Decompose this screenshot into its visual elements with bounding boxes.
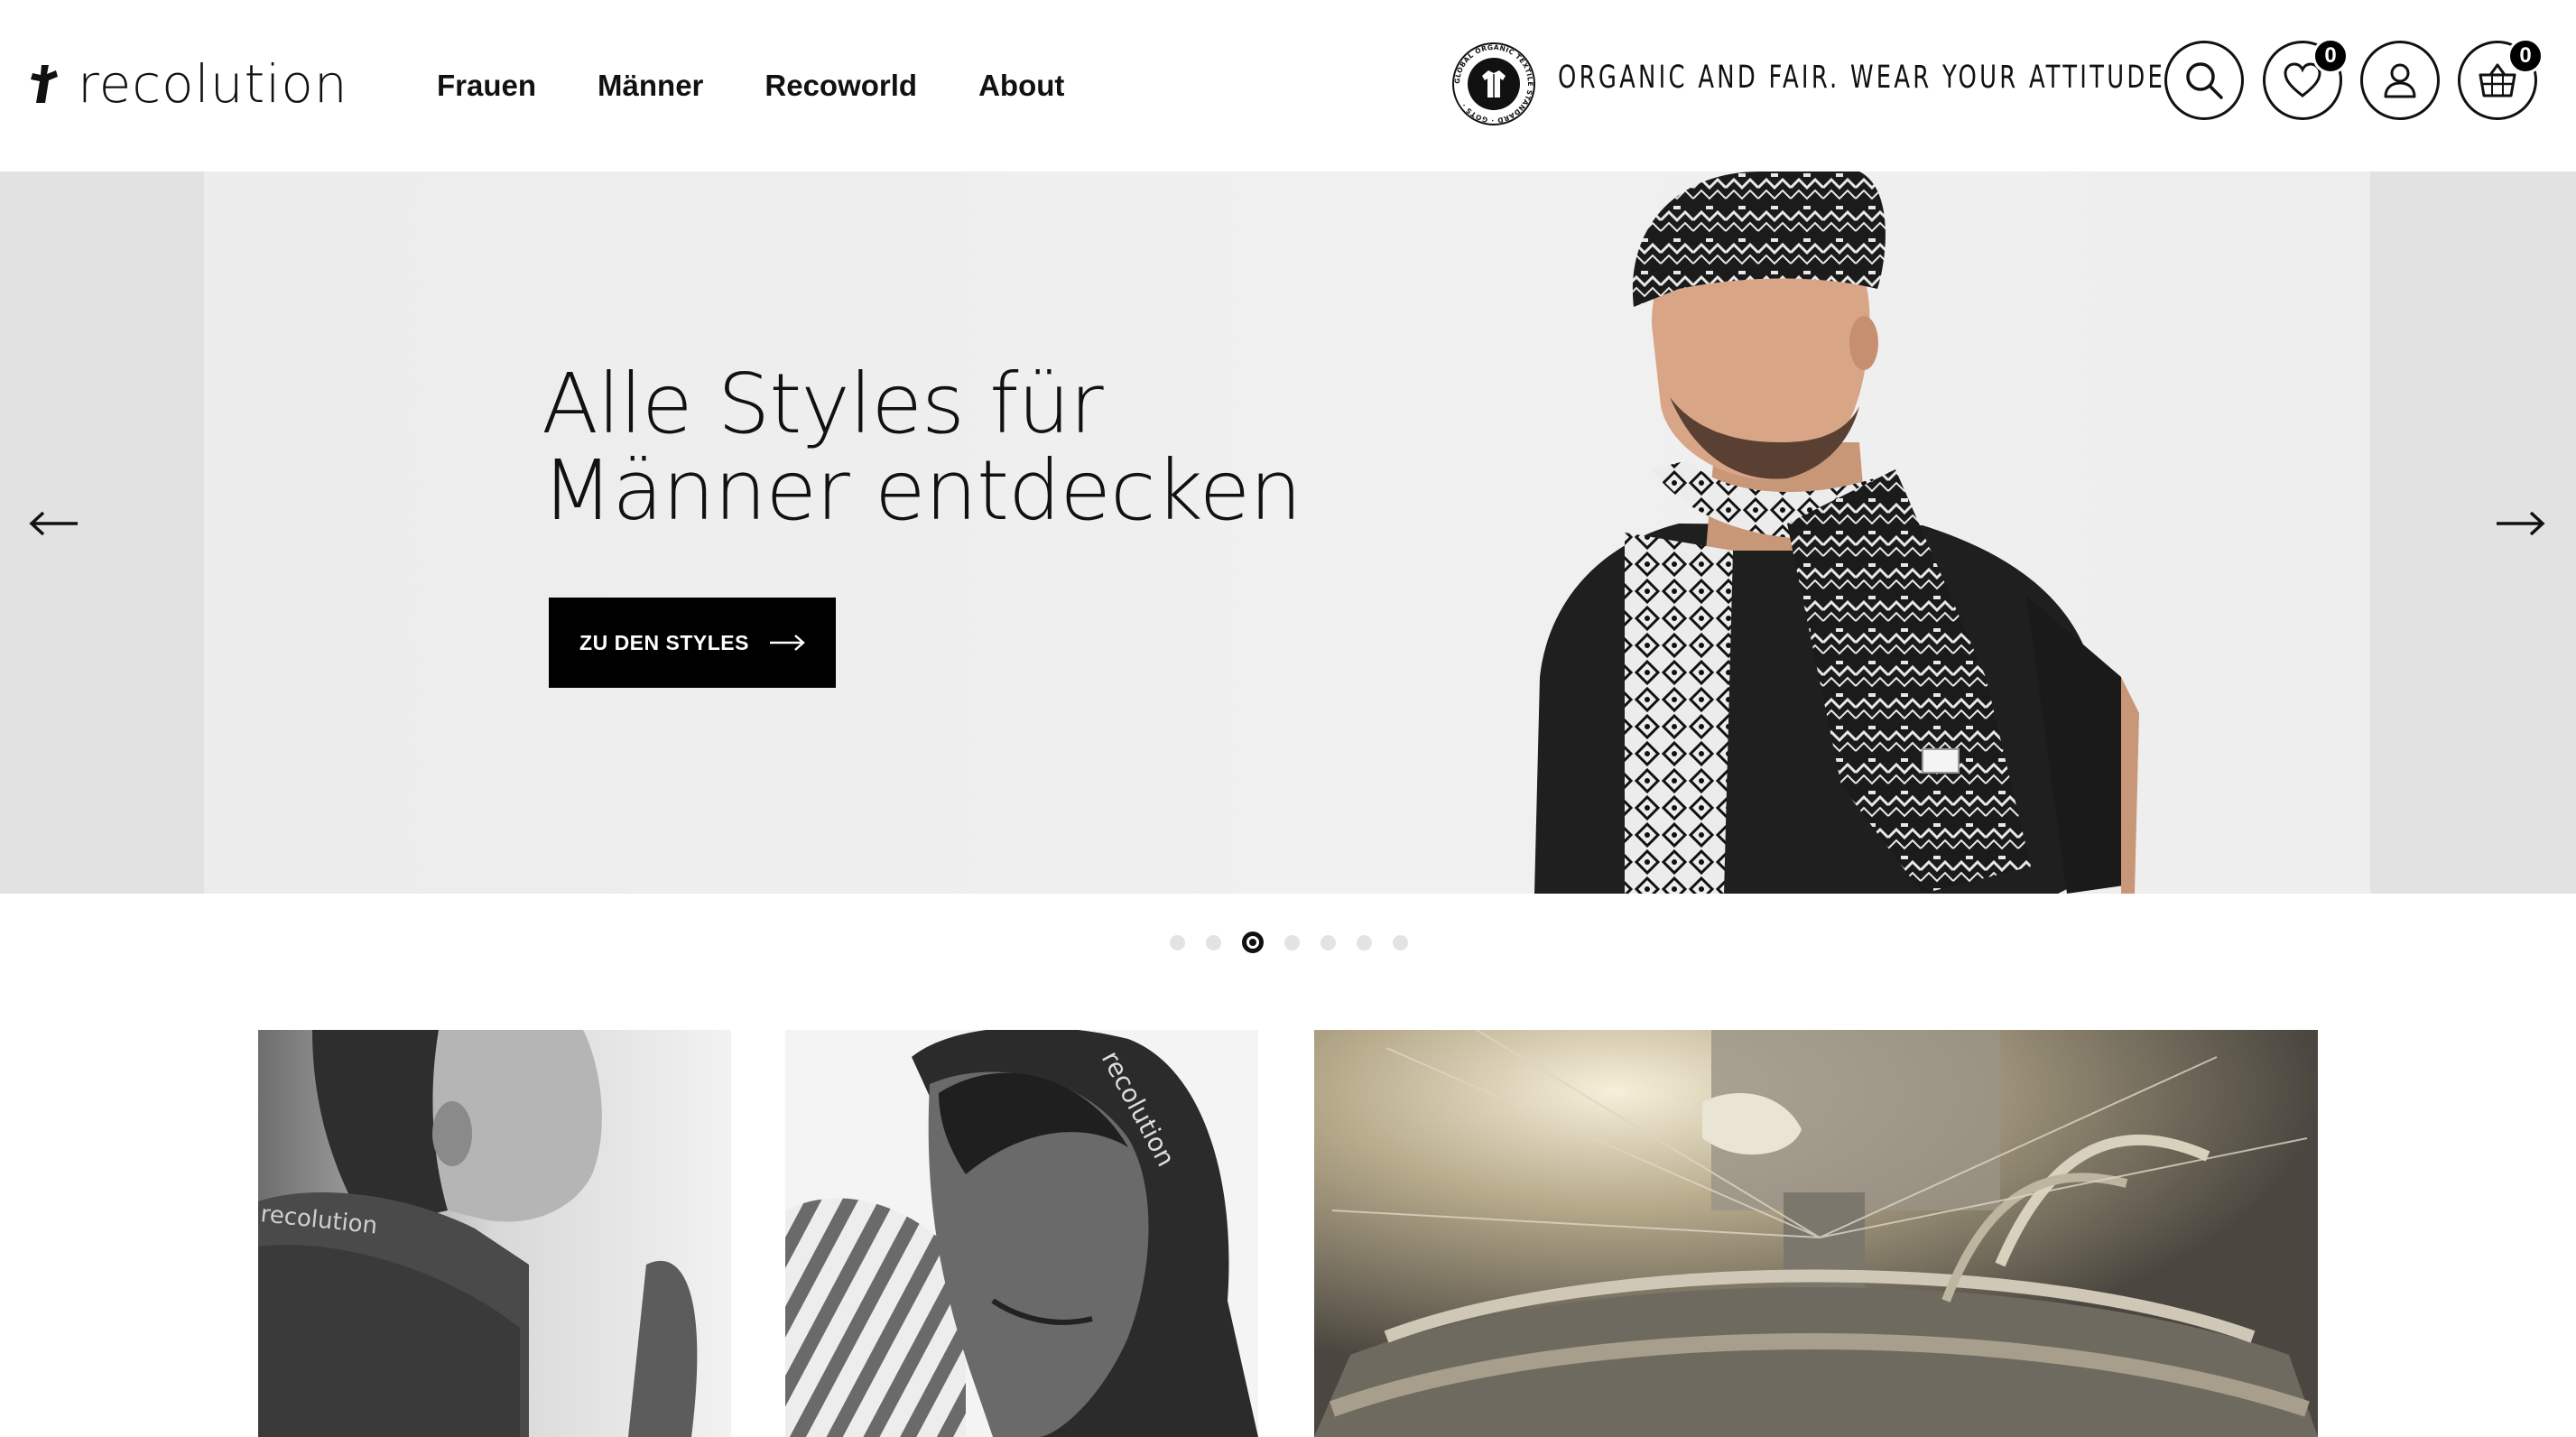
slider-dot-4[interactable] bbox=[1284, 934, 1300, 950]
man-hoodie-image: recolution bbox=[785, 1030, 1258, 1437]
main-nav: Frauen Männer Recoworld About bbox=[437, 69, 1064, 103]
teaser-tile-production[interactable] bbox=[1314, 1030, 2318, 1437]
brand-name: recolution bbox=[78, 53, 348, 115]
slider-dot-2[interactable] bbox=[1206, 934, 1221, 950]
hero-cta-label: ZU DEN STYLES bbox=[579, 630, 749, 654]
gots-seal-icon: GLOBAL ORGANIC TEXTILE STANDARD · GOTS · bbox=[1452, 42, 1535, 125]
site-header: recolution Frauen Männer Recoworld About… bbox=[0, 0, 2576, 172]
slider-pagination bbox=[1170, 932, 1408, 953]
wishlist-count-badge: 0 bbox=[2312, 38, 2349, 74]
slider-dot-5[interactable] bbox=[1320, 934, 1336, 950]
nav-item-maenner[interactable]: Männer bbox=[598, 69, 703, 103]
hero-title-line-2: Männer entdecken bbox=[542, 442, 1302, 539]
logo-mark-icon bbox=[31, 65, 58, 103]
teaser-tile-men[interactable]: recolution bbox=[785, 1030, 1258, 1437]
hero-slider: Alle Styles für Männer entdecken ZU DEN … bbox=[0, 172, 2576, 894]
user-icon bbox=[2384, 63, 2416, 98]
nav-item-recoworld[interactable]: Recoworld bbox=[764, 69, 917, 103]
brand-tagline: ORGANIC AND FAIR. WEAR YOUR ATTITUDE. bbox=[1558, 60, 2176, 96]
teaser-tile-women[interactable]: recolution bbox=[258, 1030, 731, 1437]
cart-count-badge: 0 bbox=[2507, 38, 2544, 74]
woman-portrait-image: recolution bbox=[258, 1030, 731, 1437]
arrow-right-icon bbox=[2497, 511, 2545, 536]
slider-dot-7[interactable] bbox=[1393, 934, 1408, 950]
slider-dot-6[interactable] bbox=[1357, 934, 1372, 950]
search-button[interactable] bbox=[2164, 41, 2244, 120]
account-button[interactable] bbox=[2360, 41, 2440, 120]
slider-dot-1[interactable] bbox=[1170, 934, 1185, 950]
hero-model-image bbox=[1534, 172, 2139, 894]
hero-title: Alle Styles für Männer entdecken bbox=[542, 361, 1302, 534]
hero-cta-button[interactable]: ZU DEN STYLES bbox=[549, 598, 836, 688]
knitting-machine-image bbox=[1314, 1030, 2318, 1437]
arrow-right-icon bbox=[769, 635, 805, 651]
slider-next-button[interactable] bbox=[2495, 510, 2545, 537]
wishlist-button[interactable]: 0 bbox=[2263, 38, 2349, 120]
cart-button[interactable]: 0 bbox=[2458, 38, 2544, 120]
nav-item-about[interactable]: About bbox=[978, 69, 1064, 103]
brand-logo[interactable]: recolution bbox=[25, 52, 348, 116]
nav-item-frauen[interactable]: Frauen bbox=[437, 69, 536, 103]
slider-prev-button[interactable] bbox=[29, 510, 79, 537]
slider-dot-3[interactable] bbox=[1242, 932, 1264, 953]
hero-title-line-1: Alle Styles für bbox=[542, 356, 1104, 452]
search-icon bbox=[2186, 62, 2223, 99]
arrow-left-icon bbox=[29, 511, 78, 536]
